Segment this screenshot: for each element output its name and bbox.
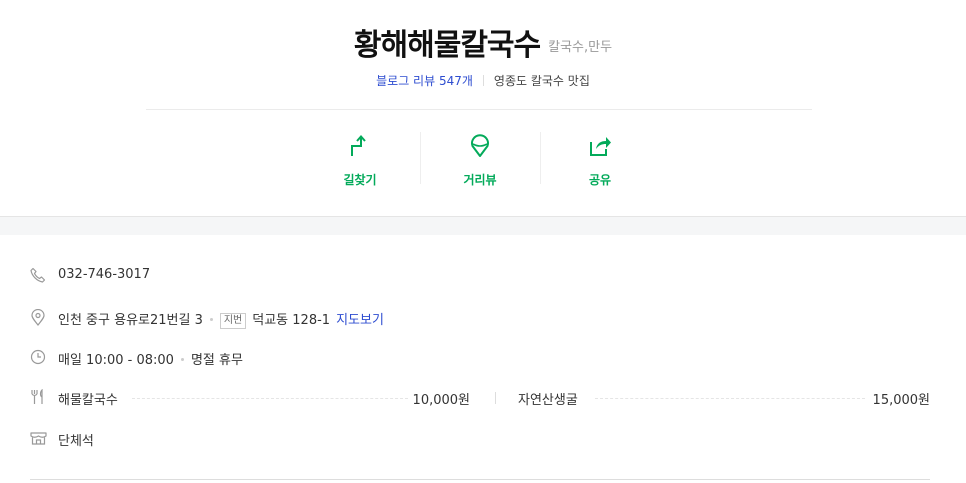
- address-row: 인천 중구 용유로21번길 3 지번 덕교동 128-1 지도보기: [30, 308, 930, 329]
- menu-row: 해물칼국수 10,000원 자연산생굴 15,000원: [30, 388, 930, 408]
- directions-label: 길찾기: [343, 173, 377, 187]
- lot-address-tag: 지번: [219, 313, 247, 329]
- divider: [495, 392, 496, 404]
- hours-text: 매일 10:00 - 08:00 명절 휴무: [58, 349, 243, 368]
- location-pin-icon: [31, 309, 45, 326]
- street-view-button[interactable]: 거리뷰: [420, 130, 540, 188]
- hours-row: 매일 10:00 - 08:00 명절 휴무: [30, 348, 930, 368]
- dashed-leader: [595, 398, 865, 399]
- directions-button[interactable]: 길찾기: [300, 130, 420, 188]
- action-bar: 길찾기 거리뷰 공유: [300, 130, 660, 188]
- map-view-link[interactable]: 지도보기: [336, 313, 384, 328]
- address-text: 인천 중구 용유로21번길 3 지번 덕교동 128-1 지도보기: [58, 309, 384, 329]
- clock-icon: [30, 349, 46, 365]
- phone-row: 032-746-3017: [30, 266, 930, 286]
- street-view-icon: [471, 134, 489, 157]
- closed-days: 명절 휴무: [190, 353, 243, 368]
- dot-separator: [180, 358, 184, 361]
- header-divider: [146, 109, 812, 110]
- dot-separator: [209, 318, 213, 321]
- directions-icon: [351, 134, 366, 156]
- lot-address: 덕교동 128-1: [252, 313, 331, 328]
- share-icon: [590, 137, 611, 156]
- summary-row: 블로그 리뷰 547개 영종도 칼국수 맛집: [0, 72, 966, 89]
- road-address: 인천 중구 용유로21번길 3: [58, 313, 203, 328]
- utensils-icon: [31, 389, 43, 404]
- facility-row: 단체석: [30, 429, 930, 449]
- phone-number[interactable]: 032-746-3017: [58, 267, 150, 282]
- title-row: 황해해물칼국수 칼국수,만두: [0, 20, 966, 64]
- facility-text: 단체석: [58, 434, 94, 449]
- menu-item-price: 15,000원: [872, 393, 930, 408]
- menu-item-price: 10,000원: [412, 393, 470, 408]
- business-hours: 매일 10:00 - 08:00: [58, 353, 174, 368]
- keyword-text: 영종도 칼국수 맛집: [493, 74, 590, 88]
- place-header-card: 황해해물칼국수 칼국수,만두 블로그 리뷰 547개 영종도 칼국수 맛집 길찾기 …: [0, 0, 966, 217]
- share-label: 공유: [588, 173, 612, 187]
- street-view-label: 거리뷰: [463, 173, 497, 187]
- phone-icon: [30, 267, 46, 283]
- store-icon: [30, 432, 47, 445]
- place-category: 칼국수,만두: [548, 40, 613, 55]
- divider: [482, 75, 484, 86]
- place-title: 황해해물칼국수: [353, 28, 541, 63]
- menu-item-name: 자연산생굴: [518, 393, 578, 408]
- share-button[interactable]: 공유: [540, 130, 660, 188]
- blog-review-link[interactable]: 블로그 리뷰 547개: [376, 74, 473, 88]
- menu-item-name: 해물칼국수: [58, 393, 118, 408]
- bottom-divider: [30, 479, 930, 480]
- info-card: 032-746-3017 인천 중구 용유로21번길 3 지번 덕교동 128-1 지…: [0, 235, 966, 483]
- dashed-leader: [132, 398, 408, 399]
